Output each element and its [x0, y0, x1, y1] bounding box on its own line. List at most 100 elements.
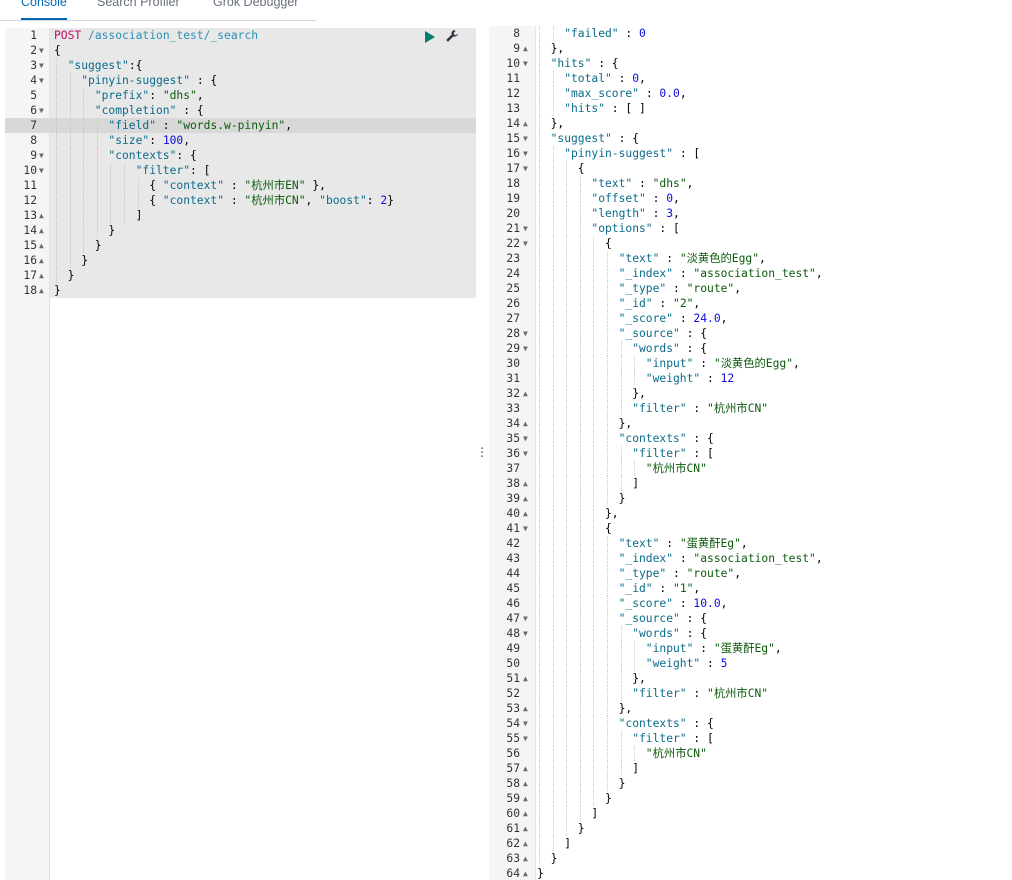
response-line[interactable]: 62 ▲]: [489, 836, 1012, 851]
unfold-toggle-icon[interactable]: ▲: [39, 208, 44, 223]
fold-toggle-icon[interactable]: ▼: [523, 236, 528, 251]
request-line[interactable]: 16 ▲}: [5, 253, 476, 268]
unfold-toggle-icon[interactable]: ▲: [523, 416, 528, 431]
response-line[interactable]: 48 ▼ "words" : {: [489, 626, 1012, 641]
request-line[interactable]: 14 ▲}: [5, 223, 476, 238]
response-line[interactable]: 57 ▲]: [489, 761, 1012, 776]
response-line[interactable]: 49 "input" : "蛋黄酐Eg",: [489, 641, 1012, 656]
response-line[interactable]: 34 ▲},: [489, 416, 1012, 431]
tab-grok-debugger[interactable]: Grok Debugger: [213, 0, 298, 12]
request-line[interactable]: 9 ▼ "contexts": {: [5, 148, 476, 163]
response-line[interactable]: 36 ▼ "filter" : [: [489, 446, 1012, 461]
fold-toggle-icon[interactable]: ▼: [523, 716, 528, 731]
request-line[interactable]: 12 { "context" : "杭州市CN", "boost": 2}: [5, 193, 476, 208]
unfold-toggle-icon[interactable]: ▲: [523, 506, 528, 521]
unfold-toggle-icon[interactable]: ▲: [39, 238, 44, 253]
response-line[interactable]: 59 ▲}: [489, 791, 1012, 806]
fold-toggle-icon[interactable]: ▼: [523, 131, 528, 146]
response-line[interactable]: 51 ▲},: [489, 671, 1012, 686]
request-line[interactable]: 5 "prefix": "dhs",: [5, 88, 476, 103]
response-line[interactable]: 30 "input" : "淡黄色的Egg",: [489, 356, 1012, 371]
fold-toggle-icon[interactable]: ▼: [39, 43, 44, 58]
fold-toggle-icon[interactable]: ▼: [523, 431, 528, 446]
unfold-toggle-icon[interactable]: ▲: [523, 386, 528, 401]
unfold-toggle-icon[interactable]: ▲: [39, 268, 44, 283]
response-line[interactable]: 44 "_type" : "route",: [489, 566, 1012, 581]
response-line[interactable]: 27 "_score" : 24.0,: [489, 311, 1012, 326]
response-viewer[interactable]: 8 "failed" : 0 9 ▲}, 10 ▼ "hits" : {11 "total" …: [489, 26, 1012, 880]
response-line[interactable]: 14 ▲},: [489, 116, 1012, 131]
response-line[interactable]: 40 ▲},: [489, 506, 1012, 521]
tab-console[interactable]: Console: [21, 0, 67, 20]
response-line[interactable]: 26 "_id" : "2",: [489, 296, 1012, 311]
response-line[interactable]: 50 "weight" : 5: [489, 656, 1012, 671]
response-line[interactable]: 43 "_index" : "association_test",: [489, 551, 1012, 566]
request-line[interactable]: 13 ▲]: [5, 208, 476, 223]
response-line[interactable]: 47 ▼ "_source" : {: [489, 611, 1012, 626]
response-line[interactable]: 53 ▲},: [489, 701, 1012, 716]
unfold-toggle-icon[interactable]: ▲: [523, 851, 528, 866]
fold-toggle-icon[interactable]: ▼: [523, 341, 528, 356]
fold-toggle-icon[interactable]: ▼: [523, 611, 528, 626]
response-line[interactable]: 32 ▲},: [489, 386, 1012, 401]
response-line[interactable]: 35 ▼ "contexts" : {: [489, 431, 1012, 446]
response-line[interactable]: 21 ▼ "options" : [: [489, 221, 1012, 236]
unfold-toggle-icon[interactable]: ▲: [523, 761, 528, 776]
response-line[interactable]: 12 "max_score" : 0.0,: [489, 86, 1012, 101]
response-line[interactable]: 58 ▲}: [489, 776, 1012, 791]
request-line[interactable]: 7 "field" : "words.w-pinyin",: [5, 118, 476, 133]
response-line[interactable]: 39 ▲}: [489, 491, 1012, 506]
unfold-toggle-icon[interactable]: ▲: [523, 866, 528, 880]
fold-toggle-icon[interactable]: ▼: [39, 148, 44, 163]
request-line[interactable]: 8 "size": 100,: [5, 133, 476, 148]
response-line[interactable]: 18 "text" : "dhs",: [489, 176, 1012, 191]
request-editor[interactable]: 1 POST /association_test/_search 2 ▼{3 ▼ "sug…: [5, 28, 476, 880]
request-line[interactable]: 10 ▼ "filter": [: [5, 163, 476, 178]
response-line[interactable]: 13 "hits" : [ ]: [489, 101, 1012, 116]
fold-toggle-icon[interactable]: ▼: [523, 221, 528, 236]
unfold-toggle-icon[interactable]: ▲: [523, 116, 528, 131]
request-line[interactable]: 6 ▼ "completion" : {: [5, 103, 476, 118]
fold-toggle-icon[interactable]: ▼: [523, 446, 528, 461]
response-line[interactable]: 29 ▼ "words" : {: [489, 341, 1012, 356]
response-line[interactable]: 16 ▼ "pinyin-suggest" : [: [489, 146, 1012, 161]
wrench-icon[interactable]: [445, 29, 459, 43]
response-line[interactable]: 15 ▼ "suggest" : {: [489, 131, 1012, 146]
tab-search-profiler[interactable]: Search Profiler: [97, 0, 180, 12]
request-line[interactable]: 18 ▲}: [5, 283, 476, 298]
request-line[interactable]: 11 { "context" : "杭州市EN" },: [5, 178, 476, 193]
fold-toggle-icon[interactable]: ▼: [39, 163, 44, 178]
unfold-toggle-icon[interactable]: ▲: [523, 821, 528, 836]
unfold-toggle-icon[interactable]: ▲: [39, 253, 44, 268]
response-line[interactable]: 38 ▲]: [489, 476, 1012, 491]
unfold-toggle-icon[interactable]: ▲: [523, 791, 528, 806]
response-line[interactable]: 22 ▼ {: [489, 236, 1012, 251]
fold-toggle-icon[interactable]: ▼: [523, 161, 528, 176]
response-line[interactable]: 42 "text" : "蛋黄酐Eg",: [489, 536, 1012, 551]
unfold-toggle-icon[interactable]: ▲: [523, 41, 528, 56]
request-line[interactable]: 3 ▼ "suggest":{: [5, 58, 476, 73]
fold-toggle-icon[interactable]: ▼: [523, 326, 528, 341]
unfold-toggle-icon[interactable]: ▲: [39, 283, 44, 298]
fold-toggle-icon[interactable]: ▼: [39, 58, 44, 73]
fold-toggle-icon[interactable]: ▼: [39, 103, 44, 118]
response-line[interactable]: 17 ▼ {: [489, 161, 1012, 176]
request-line[interactable]: 1 POST /association_test/_search: [5, 28, 476, 43]
unfold-toggle-icon[interactable]: ▲: [523, 701, 528, 716]
unfold-toggle-icon[interactable]: ▲: [523, 491, 528, 506]
fold-toggle-icon[interactable]: ▼: [523, 521, 528, 536]
response-line[interactable]: 63 ▲}: [489, 851, 1012, 866]
unfold-toggle-icon[interactable]: ▲: [39, 223, 44, 238]
fold-toggle-icon[interactable]: ▼: [523, 146, 528, 161]
response-line[interactable]: 52 "filter" : "杭州市CN": [489, 686, 1012, 701]
fold-toggle-icon[interactable]: ▼: [523, 626, 528, 641]
fold-toggle-icon[interactable]: ▼: [523, 731, 528, 746]
response-line[interactable]: 45 "_id" : "1",: [489, 581, 1012, 596]
fold-toggle-icon[interactable]: ▼: [39, 73, 44, 88]
response-line[interactable]: 37 "杭州市CN": [489, 461, 1012, 476]
request-line[interactable]: 17 ▲}: [5, 268, 476, 283]
request-line[interactable]: 2 ▼ {: [5, 43, 476, 58]
response-line[interactable]: 28 ▼ "_source" : {: [489, 326, 1012, 341]
response-line[interactable]: 11 "total" : 0,: [489, 71, 1012, 86]
response-line[interactable]: 46 "_score" : 10.0,: [489, 596, 1012, 611]
